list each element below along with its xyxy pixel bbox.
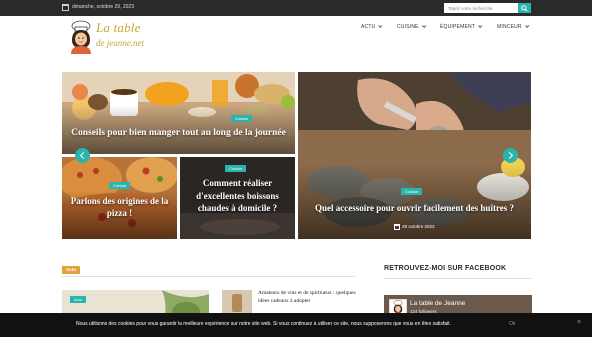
chevron-down-icon — [478, 23, 483, 28]
post-title[interactable]: Comment réaliser d'excellentes boissons … — [183, 177, 292, 215]
nav-item-cuisine[interactable]: CUISINE — [397, 23, 427, 30]
calendar-icon — [62, 4, 69, 11]
chevron-down-icon — [378, 23, 383, 28]
search-button[interactable] — [518, 3, 531, 13]
search-input[interactable] — [444, 3, 518, 13]
featured-post-pizza[interactable]: Cuisine Parlons des origines de la pizza… — [62, 157, 177, 239]
cookie-text: Nous utilisons des cookies pour vous gar… — [76, 321, 451, 327]
section-label-actu[interactable]: Actu — [62, 266, 80, 274]
top-bar: dimanche, octobre 29, 2023 — [0, 0, 592, 16]
post-date: 29 octobre 2023 — [402, 224, 435, 229]
search-icon — [521, 5, 528, 12]
chevron-right-icon — [505, 151, 514, 160]
slider-prev-button[interactable] — [75, 148, 90, 163]
logo-title: La table — [96, 20, 141, 35]
facebook-page-name[interactable]: La table de Jeanne — [410, 300, 465, 307]
section-divider — [62, 276, 355, 277]
category-badge[interactable]: Cuisine — [109, 182, 131, 189]
actu-post-2-title[interactable]: Amateurs de vins et de spiritueux : quel… — [258, 289, 358, 305]
calendar-icon — [394, 224, 400, 230]
cookie-banner: Nous utilisons des cookies pour vous gar… — [0, 313, 592, 337]
category-badge[interactable]: Cuisine — [225, 165, 247, 172]
slider-next-button[interactable] — [503, 148, 518, 163]
category-badge[interactable]: Cuisine — [231, 115, 253, 122]
category-badge[interactable]: Actu — [70, 296, 87, 303]
nav-item-actu[interactable]: ACTU — [361, 23, 383, 30]
site-logo[interactable]: La table de jeanne.net — [66, 18, 156, 56]
post-title[interactable]: Conseils pour bien manger tout au long d… — [64, 127, 293, 139]
nav-label: CUISINE — [397, 24, 419, 30]
facebook-widget-title: RETROUVEZ-MOI SUR FACEBOOK — [384, 265, 507, 272]
close-icon[interactable]: × — [577, 319, 581, 326]
whisky-image — [222, 290, 252, 314]
nav-item-equipement[interactable]: ÉQUIPEMENT — [440, 23, 483, 30]
post-title[interactable]: Parlons des origines de la pizza ! — [65, 195, 174, 219]
featured-post-oysters[interactable]: Cuisine Quel accessoire pour ouvrir faci… — [298, 72, 531, 239]
nav-label: ÉQUIPEMENT — [440, 24, 476, 30]
nav-item-minceur[interactable]: MINCEUR — [497, 23, 530, 30]
chevron-down-icon — [524, 23, 530, 28]
category-badge[interactable]: Cuisine — [401, 188, 423, 195]
logo-subtitle: de jeanne.net — [96, 38, 144, 48]
current-date: dimanche, octobre 29, 2023 — [72, 4, 134, 10]
nav-label: MINCEUR — [497, 24, 522, 30]
post-title[interactable]: Quel accessoire pour ouvrir facilement d… — [300, 202, 529, 214]
widget-divider — [384, 278, 532, 279]
chevron-down-icon — [421, 23, 427, 28]
nav-label: ACTU — [361, 24, 376, 30]
actu-post-2-thumbnail[interactable] — [222, 290, 252, 314]
featured-post-hot-drinks[interactable]: Cuisine Comment réaliser d'excellentes b… — [180, 157, 295, 239]
chef-logo-icon — [71, 20, 91, 54]
cookie-accept-button[interactable]: Ok — [509, 321, 515, 327]
featured-post-breakfast[interactable]: Cuisine Conseils pour bien manger tout a… — [62, 72, 295, 154]
chevron-left-icon — [79, 151, 88, 160]
